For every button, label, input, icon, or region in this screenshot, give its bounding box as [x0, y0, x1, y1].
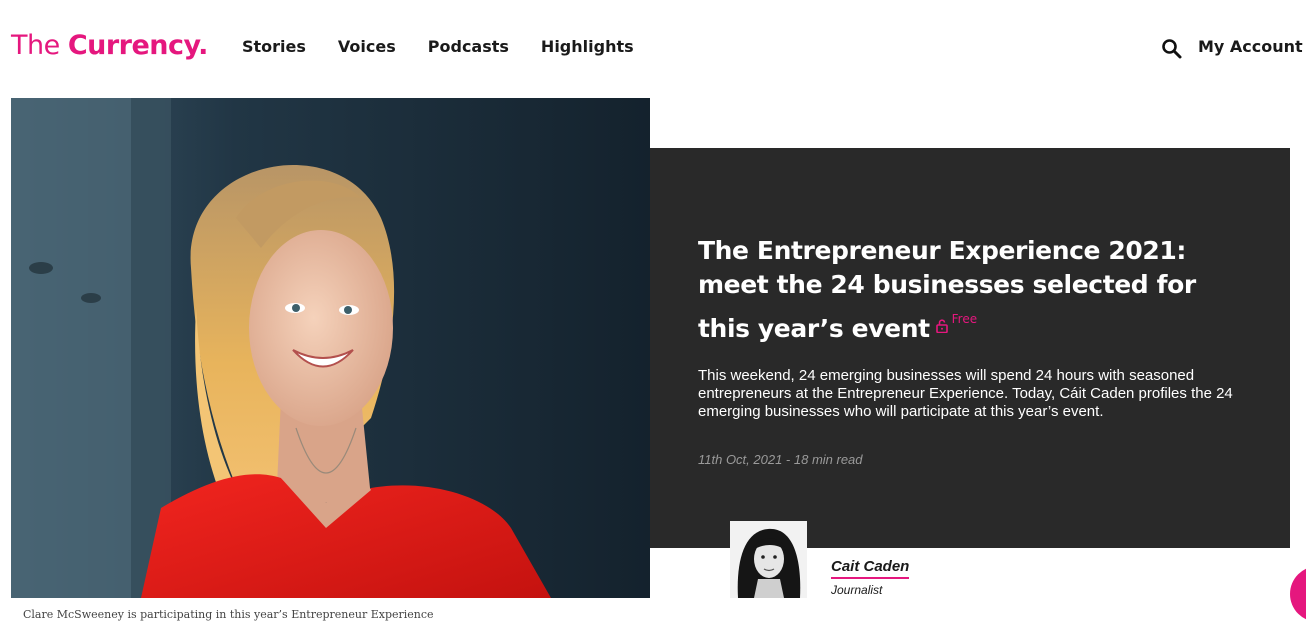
unlock-icon	[935, 312, 948, 334]
nav-item-stories[interactable]: Stories	[242, 36, 306, 58]
hero-photo	[11, 98, 650, 598]
logo-bold-text: Currency.	[67, 30, 209, 61]
chat-launcher-circle	[1290, 566, 1306, 622]
nav-item-podcasts[interactable]: Podcasts	[428, 36, 509, 58]
main-nav: Stories Voices Podcasts Highlights	[242, 36, 634, 58]
logo-thin-text: The	[11, 30, 68, 61]
site-logo[interactable]: The Currency.	[11, 28, 208, 64]
site-header: The Currency. Stories Voices Podcasts Hi…	[0, 0, 1306, 96]
chat-launcher-button[interactable]	[1290, 566, 1306, 622]
article-standfirst: This weekend, 24 emerging businesses wil…	[698, 367, 1233, 420]
article-panel: The Entrepreneur Experience 2021: meet t…	[650, 148, 1290, 548]
search-icon[interactable]	[1161, 38, 1183, 60]
author-name-link[interactable]: Cait Caden	[831, 558, 910, 579]
author-avatar[interactable]	[730, 521, 807, 598]
hero-caption: Clare McSweeney is participating in this…	[23, 608, 434, 621]
author-role: Journalist	[831, 583, 883, 597]
free-badge: Free	[935, 302, 978, 336]
article-headline[interactable]: The Entrepreneur Experience 2021: meet t…	[698, 234, 1218, 346]
nav-item-voices[interactable]: Voices	[338, 36, 396, 58]
my-account-link[interactable]: My Account	[1198, 36, 1303, 58]
article-meta: 11th Oct, 2021 - 18 min read	[698, 452, 863, 467]
nav-item-highlights[interactable]: Highlights	[541, 36, 634, 58]
free-label: Free	[951, 312, 978, 326]
